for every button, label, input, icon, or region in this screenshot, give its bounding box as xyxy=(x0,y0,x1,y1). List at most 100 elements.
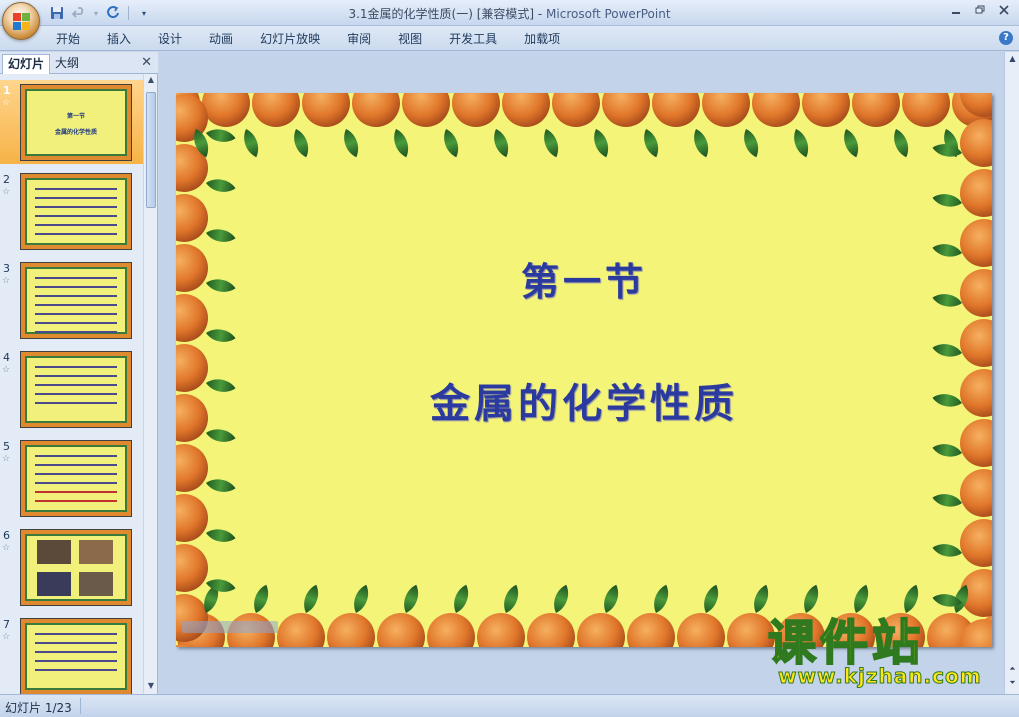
window-controls xyxy=(945,2,1015,18)
orange-ornament xyxy=(176,444,208,492)
slide-thumbnail[interactable]: 4 ☆ xyxy=(0,347,143,431)
leaf-ornament xyxy=(254,584,269,613)
scroll-thumb[interactable] xyxy=(146,92,156,208)
tab-addins[interactable]: 加载项 xyxy=(514,30,570,48)
thumbnail-preview xyxy=(20,618,132,694)
leaf-ornament xyxy=(304,584,319,613)
thumbnail-preview xyxy=(20,529,132,606)
slide-subtitle[interactable]: 金属的化学性质 xyxy=(176,371,992,429)
thumbnail-preview xyxy=(20,440,132,517)
thumbnail-number: 4 xyxy=(3,351,10,364)
leaf-ornament xyxy=(744,129,759,158)
thumbnail-number: 7 xyxy=(3,618,10,631)
leaf-ornament xyxy=(206,179,236,192)
minimize-icon[interactable] xyxy=(945,2,967,18)
slide[interactable]: 第一节 金属的化学性质 xyxy=(176,93,992,647)
orange-ornament xyxy=(960,519,992,567)
leaf-ornament xyxy=(904,584,919,613)
orange-leaf-border xyxy=(176,93,992,647)
close-icon[interactable] xyxy=(993,2,1015,18)
leaf-ornament xyxy=(206,229,236,242)
leaf-ornament xyxy=(932,544,962,557)
orange-ornament xyxy=(577,613,625,647)
slide-thumbnail[interactable]: 6 ☆ xyxy=(0,525,143,609)
leaf-ornament xyxy=(244,129,259,158)
leaf-ornament xyxy=(804,584,819,613)
leaf-ornament xyxy=(844,129,859,158)
thumbnail-number: 6 xyxy=(3,529,10,542)
next-slide-icon[interactable]: ⏷ xyxy=(1007,678,1018,688)
thumbnail-preview: 第一节 金属的化学性质 xyxy=(20,84,132,161)
slide-thumbnail[interactable]: 7 ☆ xyxy=(0,614,143,694)
site-watermark: 课件站 www.kjzhan.com xyxy=(767,615,1008,692)
leaf-ornament xyxy=(344,129,359,158)
tab-insert[interactable]: 插入 xyxy=(97,30,141,48)
scroll-up-icon[interactable]: ▲ xyxy=(146,75,156,87)
leaf-ornament xyxy=(932,194,962,207)
orange-ornament xyxy=(252,93,300,127)
orange-ornament xyxy=(960,319,992,367)
document-title: 3.1金属的化学性质(一) [兼容模式] xyxy=(348,7,535,21)
tab-view[interactable]: 视图 xyxy=(388,30,432,48)
animation-star-icon: ☆ xyxy=(2,454,11,464)
thumbnail-scrollbar[interactable]: ▲ ▼ xyxy=(143,74,157,694)
tab-developer[interactable]: 开发工具 xyxy=(439,30,507,48)
leaf-ornament xyxy=(444,129,459,158)
leaf-ornament xyxy=(504,584,519,613)
slides-pane: 幻灯片 大纲 ✕ 1 ☆ 第一节 金属的化学性质 2 ☆ 3 ☆ 4 ☆ 5 ☆ 6 ☆ 7 ☆ ▲ ▼ xyxy=(0,52,158,694)
animation-star-icon: ☆ xyxy=(2,98,11,108)
office-button[interactable] xyxy=(2,2,40,40)
orange-ornament xyxy=(452,93,500,127)
tab-outline[interactable]: 大纲 xyxy=(50,54,84,74)
leaf-ornament xyxy=(932,494,962,507)
leaf-ornament xyxy=(932,444,962,457)
tab-slideshow[interactable]: 幻灯片放映 xyxy=(250,30,330,48)
window-title: 3.1金属的化学性质(一) [兼容模式] - Microsoft PowerPo… xyxy=(0,5,1019,22)
orange-ornament xyxy=(677,613,725,647)
orange-ornament xyxy=(652,93,700,127)
scroll-down-icon[interactable]: ▼ xyxy=(146,681,156,693)
leaf-ornament xyxy=(604,584,619,613)
thumbnail-number: 5 xyxy=(3,440,10,453)
tab-design[interactable]: 设计 xyxy=(148,30,192,48)
animation-star-icon: ☆ xyxy=(2,187,11,197)
watermark-main: 课件站 xyxy=(767,615,925,671)
orange-ornament xyxy=(302,93,350,127)
animation-star-icon: ☆ xyxy=(2,632,11,642)
leaf-ornament xyxy=(594,129,609,158)
leaf-ornament xyxy=(206,529,236,542)
orange-ornament xyxy=(502,93,550,127)
leaf-ornament xyxy=(354,584,369,613)
tab-slides[interactable]: 幻灯片 xyxy=(2,54,51,74)
orange-ornament xyxy=(602,93,650,127)
pane-tabs: 幻灯片 大纲 ✕ xyxy=(0,52,158,74)
leaf-ornament xyxy=(694,129,709,158)
tab-home[interactable]: 开始 xyxy=(46,30,90,48)
orange-ornament xyxy=(960,119,992,167)
slide-indicator: 幻灯片 1/23 xyxy=(5,701,72,715)
orange-ornament xyxy=(852,93,900,127)
help-icon[interactable]: ? xyxy=(999,31,1013,45)
restore-icon[interactable] xyxy=(969,2,991,18)
leaf-ornament xyxy=(754,584,769,613)
orange-ornament xyxy=(427,613,475,647)
scroll-up-icon[interactable]: ▲ xyxy=(1007,54,1018,63)
close-icon[interactable]: ✕ xyxy=(141,55,152,70)
thumbnail-list: 1 ☆ 第一节 金属的化学性质 2 ☆ 3 ☆ 4 ☆ 5 ☆ 6 ☆ 7 ☆ xyxy=(0,74,143,694)
leaf-ornament xyxy=(932,344,962,357)
slide-title[interactable]: 第一节 xyxy=(176,251,992,306)
orange-ornament xyxy=(802,93,850,127)
app-name: Microsoft PowerPoint xyxy=(546,7,671,21)
slide-thumbnail[interactable]: 2 ☆ xyxy=(0,169,143,253)
orange-ornament xyxy=(627,613,675,647)
slide-thumbnail[interactable]: 3 ☆ xyxy=(0,258,143,342)
slide-thumbnail[interactable]: 5 ☆ xyxy=(0,436,143,520)
orange-ornament xyxy=(176,194,208,242)
previous-slide-icon[interactable]: ⏶ xyxy=(1007,664,1018,674)
tab-animations[interactable]: 动画 xyxy=(199,30,243,48)
tab-review[interactable]: 审阅 xyxy=(337,30,381,48)
slide-logo-mark xyxy=(182,619,278,639)
thumbnail-number: 3 xyxy=(3,262,10,275)
slide-thumbnail[interactable]: 1 ☆ 第一节 金属的化学性质 xyxy=(0,80,143,164)
vertical-scrollbar[interactable]: ▲ ⏶ ⏷ xyxy=(1004,52,1019,694)
